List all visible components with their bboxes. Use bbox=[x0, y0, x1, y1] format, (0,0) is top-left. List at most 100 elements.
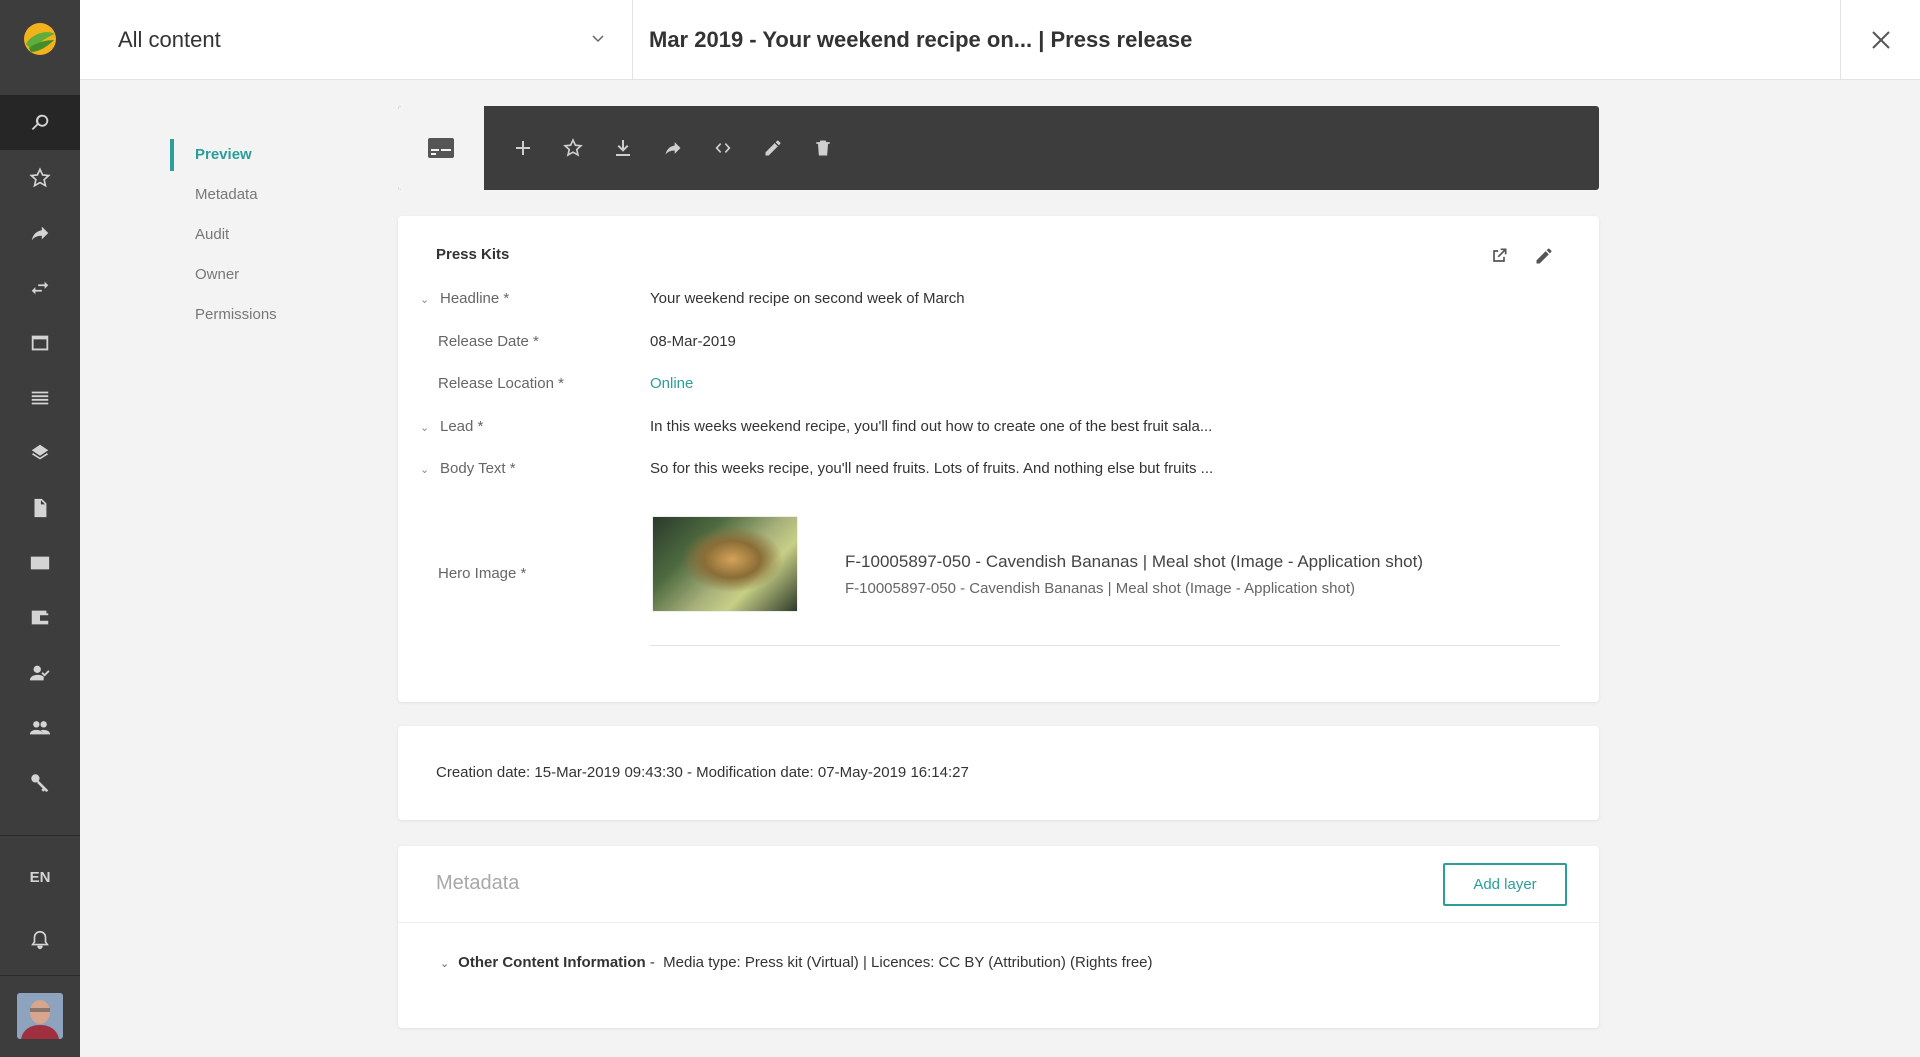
open-external-button[interactable] bbox=[1487, 244, 1511, 268]
chevron-down-icon: ⌄ bbox=[420, 464, 430, 476]
share-button[interactable] bbox=[658, 133, 688, 163]
asset-toolbar bbox=[398, 106, 1599, 190]
chevron-down-icon bbox=[592, 35, 604, 43]
document-icon bbox=[34, 498, 47, 517]
card-title: Press Kits bbox=[436, 246, 510, 263]
rail-key[interactable] bbox=[0, 755, 80, 810]
add-icon bbox=[516, 141, 530, 155]
avatar-image bbox=[17, 993, 63, 1039]
nav-item-owner[interactable]: Owner bbox=[170, 257, 350, 297]
share-icon bbox=[665, 142, 681, 155]
close-icon bbox=[1871, 31, 1890, 49]
share-icon bbox=[31, 226, 49, 240]
edit-button[interactable] bbox=[758, 133, 788, 163]
delete-button[interactable] bbox=[808, 133, 838, 163]
list-icon bbox=[31, 391, 49, 404]
field-label: Hero Image * bbox=[438, 565, 527, 582]
chevron-down-icon: ⌄ bbox=[420, 294, 430, 306]
rail-notifications[interactable] bbox=[0, 912, 80, 967]
nav-item-metadata[interactable]: Metadata bbox=[170, 177, 350, 217]
delete-icon bbox=[816, 140, 830, 156]
rail-transfer[interactable] bbox=[0, 260, 80, 315]
user-avatar[interactable] bbox=[17, 993, 63, 1039]
favorite-button[interactable] bbox=[558, 133, 588, 163]
rail-favorites[interactable] bbox=[0, 150, 80, 205]
press-kit-card: Press Kits ⌄ Headline * Your weekend reci… bbox=[398, 216, 1599, 702]
nav-item-preview[interactable]: Preview bbox=[170, 137, 350, 177]
field-value: In this weeks weekend recipe, you'll fin… bbox=[650, 418, 1213, 435]
dates-card: Creation date: 15-Mar-2019 09:43:30 - Mo… bbox=[398, 726, 1599, 820]
rail-list[interactable] bbox=[0, 370, 80, 425]
scope-label: All content bbox=[118, 27, 221, 52]
rail-wallet[interactable] bbox=[0, 590, 80, 645]
open-external-icon bbox=[1493, 248, 1507, 262]
field-value: So for this weeks recipe, you'll need fr… bbox=[650, 460, 1214, 477]
rail-window[interactable] bbox=[0, 315, 80, 370]
users-icon bbox=[29, 720, 51, 734]
field-value: 08-Mar-2019 bbox=[650, 333, 736, 350]
chevron-down-icon: ⌄ bbox=[440, 958, 450, 970]
hero-image-title[interactable]: F-10005897-050 - Cavendish Bananas | Mea… bbox=[845, 552, 1423, 572]
window-icon bbox=[31, 335, 49, 350]
field-row-headline: ⌄ Headline * Your weekend recipe on secon… bbox=[398, 284, 1599, 314]
field-row-release-location: Release Location * Online bbox=[398, 369, 1599, 399]
app-logo[interactable] bbox=[0, 0, 80, 78]
metadata-section-row[interactable]: ⌄ Other Content Information - Media type… bbox=[440, 954, 1153, 971]
search-icon bbox=[31, 114, 49, 130]
code-icon bbox=[715, 143, 731, 153]
chevron-down-icon: ⌄ bbox=[420, 422, 430, 434]
logo-icon bbox=[24, 23, 56, 55]
location-link[interactable]: Online bbox=[650, 375, 693, 392]
field-label[interactable]: ⌄ Headline * bbox=[420, 290, 509, 307]
card-icon bbox=[30, 556, 50, 569]
field-label[interactable]: ⌄ Lead * bbox=[420, 418, 483, 435]
rail-layers[interactable] bbox=[0, 425, 80, 480]
edit-icon bbox=[1536, 248, 1552, 264]
close-button[interactable] bbox=[1840, 0, 1920, 80]
section-label: Other Content Information bbox=[458, 954, 646, 971]
preview-toggle[interactable] bbox=[398, 106, 484, 190]
creation-modification-dates: Creation date: 15-Mar-2019 09:43:30 - Mo… bbox=[436, 764, 969, 781]
section-nav: Preview Metadata Audit Owner Permissions bbox=[170, 137, 350, 337]
hero-image-thumbnail[interactable] bbox=[652, 516, 798, 612]
rail-cards[interactable] bbox=[0, 535, 80, 590]
star-icon bbox=[563, 138, 583, 157]
divider bbox=[650, 645, 1560, 646]
layers-icon bbox=[31, 444, 49, 459]
field-row-release-date: Release Date * 08-Mar-2019 bbox=[398, 327, 1599, 357]
divider bbox=[398, 922, 1599, 923]
download-button[interactable] bbox=[608, 133, 638, 163]
field-label: Release Date * bbox=[438, 333, 539, 350]
field-label[interactable]: ⌄ Body Text * bbox=[420, 460, 516, 477]
section-value: - Media type: Press kit (Virtual) | Lice… bbox=[645, 954, 1153, 971]
wallet-icon bbox=[31, 610, 49, 624]
key-icon bbox=[31, 773, 49, 792]
star-icon bbox=[29, 166, 51, 187]
edit-icon bbox=[765, 140, 781, 156]
rail-users[interactable] bbox=[0, 700, 80, 755]
transfer-icon bbox=[31, 281, 49, 294]
page-title: Mar 2019 - Your weekend recipe on... | P… bbox=[649, 27, 1193, 52]
user-check-icon bbox=[29, 665, 50, 680]
metadata-card: Metadata Add layer ⌄ Other Content Infor… bbox=[398, 846, 1599, 1028]
edit-card-button[interactable] bbox=[1532, 244, 1556, 268]
field-row-body-text: ⌄ Body Text * So for this weeks recipe, y… bbox=[398, 454, 1599, 484]
add-button[interactable] bbox=[508, 133, 538, 163]
card-icon bbox=[428, 138, 454, 158]
content-scope-dropdown[interactable]: All content bbox=[80, 0, 633, 80]
nav-item-audit[interactable]: Audit bbox=[170, 217, 350, 257]
download-icon bbox=[616, 140, 630, 156]
rail-search[interactable] bbox=[0, 95, 80, 150]
field-row-lead: ⌄ Lead * In this weeks weekend recipe, yo… bbox=[398, 412, 1599, 442]
rail-documents[interactable] bbox=[0, 480, 80, 535]
hero-image-subtitle: F-10005897-050 - Cavendish Bananas | Mea… bbox=[845, 580, 1356, 597]
field-value: Your weekend recipe on second week of Ma… bbox=[650, 290, 965, 307]
metadata-title: Metadata bbox=[436, 872, 520, 894]
left-rail: EN bbox=[0, 0, 80, 1057]
language-switch[interactable]: EN bbox=[0, 862, 80, 892]
rail-user-check[interactable] bbox=[0, 645, 80, 700]
rail-share[interactable] bbox=[0, 205, 80, 260]
add-layer-button[interactable]: Add layer bbox=[1443, 863, 1567, 906]
embed-button[interactable] bbox=[708, 133, 738, 163]
nav-item-permissions[interactable]: Permissions bbox=[170, 297, 350, 337]
